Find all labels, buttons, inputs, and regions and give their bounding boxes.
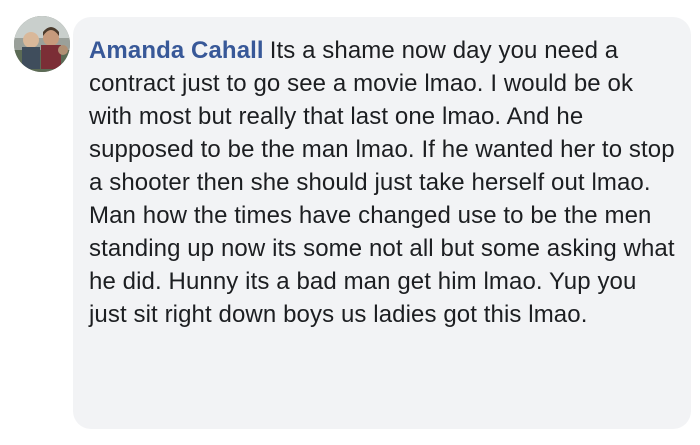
comment-body: Amanda Cahall Its a shame now day you nee…: [89, 34, 675, 331]
comment-bubble: Amanda Cahall Its a shame now day you nee…: [73, 17, 691, 429]
comment: Amanda Cahall Its a shame now day you nee…: [0, 0, 700, 445]
avatar[interactable]: [14, 16, 70, 72]
comment-text: Its a shame now day you need a contract …: [89, 37, 675, 328]
author-name-link[interactable]: Amanda Cahall: [89, 37, 264, 64]
user-avatar-photo-icon: [14, 16, 70, 72]
